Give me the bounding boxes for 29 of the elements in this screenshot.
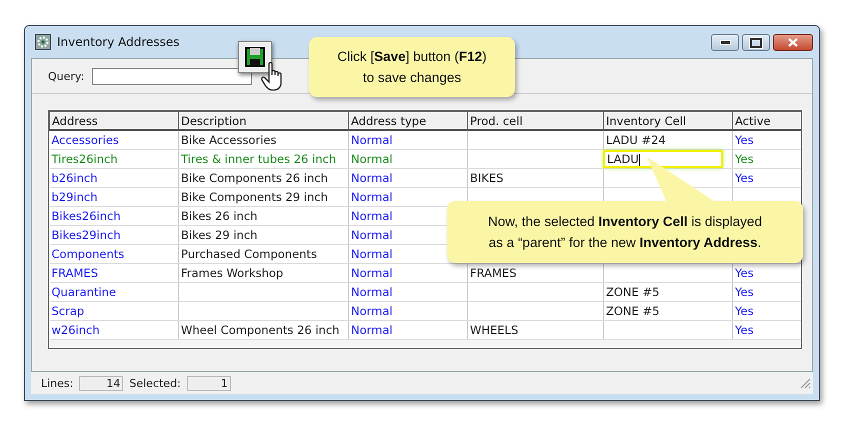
- selected-count: 1: [186, 376, 231, 390]
- table-row[interactable]: Tires26inch Tires & inner tubes 26 inch Normal LADU Yes: [50, 150, 801, 168]
- column-header[interactable]: Description: [178, 112, 348, 130]
- column-header[interactable]: Prod. cell: [468, 112, 604, 130]
- callout-pointer: [647, 157, 717, 205]
- query-field[interactable]: [92, 68, 252, 84]
- column-header[interactable]: Active: [732, 112, 801, 130]
- floppy-disk-icon: [244, 46, 266, 68]
- table-row[interactable]: Quarantine Normal ZONE #5 Yes: [50, 282, 801, 302]
- cell-editor-field[interactable]: LADU: [603, 150, 723, 168]
- table-row[interactable]: Scrap Normal ZONE #5 Yes: [50, 302, 801, 320]
- save-hint-callout: Click [Save] button (F12) to save changes: [309, 37, 515, 97]
- maximize-button[interactable]: [742, 34, 770, 51]
- close-icon: [788, 38, 798, 47]
- column-header[interactable]: Address: [50, 112, 178, 130]
- column-header[interactable]: Address type: [348, 112, 468, 130]
- lines-label: Lines:: [41, 376, 74, 390]
- save-button[interactable]: [238, 41, 272, 73]
- close-button[interactable]: [773, 34, 813, 51]
- lines-count: 14: [79, 376, 124, 390]
- table-row[interactable]: Accessories Bike Accessories Normal LADU #24 Yes: [50, 130, 801, 150]
- window-title: Inventory Addresses: [57, 35, 180, 49]
- query-label: Query:: [48, 70, 84, 82]
- gear-icon: [35, 34, 51, 50]
- minimize-button[interactable]: [711, 34, 739, 51]
- table-row[interactable]: w26inch Wheel Components 26 inch Normal WHEELS Yes: [50, 320, 801, 340]
- resize-grip-icon[interactable]: [800, 378, 811, 388]
- column-header[interactable]: Inventory Cell: [604, 112, 732, 130]
- selected-label: Selected:: [129, 376, 181, 390]
